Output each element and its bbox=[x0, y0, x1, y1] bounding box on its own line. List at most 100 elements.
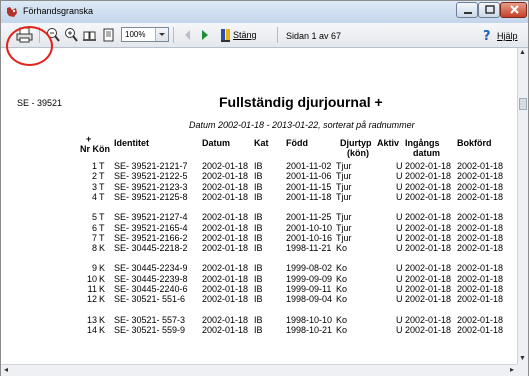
single-page-button[interactable] bbox=[101, 26, 117, 44]
row-kon: T bbox=[99, 181, 105, 192]
row-datum: 2002-01-18 bbox=[202, 284, 249, 294]
row-identitet: SE- 30521- 559-9 bbox=[114, 324, 186, 335]
page-indicator: Sidan 1 av 67 bbox=[286, 31, 342, 41]
multi-page-button[interactable] bbox=[82, 26, 98, 44]
row-kon: T bbox=[99, 171, 105, 182]
row-datum: 2002-01-18 bbox=[202, 161, 249, 171]
zoom-in-button[interactable] bbox=[63, 26, 79, 44]
row-kat: IB bbox=[254, 294, 263, 305]
row-nr: 5 bbox=[91, 212, 97, 223]
row-bokford: 2002-01-18 bbox=[457, 181, 504, 192]
col-header-aktiv: Aktiv bbox=[377, 138, 400, 148]
row-djurtyp: Ko bbox=[336, 284, 348, 294]
row-datum: 2002-01-18 bbox=[202, 324, 249, 335]
row-ingangs: 2002-01-18 bbox=[405, 273, 452, 284]
row-datum: 2002-01-18 bbox=[202, 314, 249, 325]
row-djurtyp: Tjur bbox=[336, 222, 352, 233]
herd-id: SE - 39521 bbox=[17, 98, 63, 108]
vertical-scrollbar[interactable]: ▲ ▼ bbox=[517, 48, 528, 364]
row-aktiv: U bbox=[396, 181, 403, 192]
row-fodd: 1998-10-21 bbox=[286, 324, 333, 335]
single-page-icon bbox=[103, 28, 114, 42]
row-kat: IB bbox=[254, 243, 263, 254]
row-nr: 4 bbox=[91, 191, 97, 202]
row-kat: IB bbox=[254, 171, 263, 182]
help-label: Hjälp bbox=[497, 31, 518, 41]
row-kon: T bbox=[99, 212, 105, 223]
row-identitet: SE- 39521-2122-5 bbox=[114, 171, 188, 182]
row-kat: IB bbox=[254, 191, 263, 202]
row-djurtyp: Tjur bbox=[336, 191, 352, 202]
zoom-select[interactable]: 100% bbox=[121, 27, 169, 42]
row-kon: K bbox=[99, 263, 106, 274]
row-aktiv: U bbox=[396, 161, 403, 171]
row-fodd: 1999-09-11 bbox=[286, 284, 332, 294]
row-fodd: 2001-11-25 bbox=[286, 212, 332, 223]
row-kon: K bbox=[99, 314, 106, 325]
maximize-button[interactable] bbox=[478, 2, 500, 18]
row-kon: T bbox=[99, 191, 105, 202]
row-djurtyp: Tjur bbox=[336, 181, 352, 192]
preview-toolbar: 100% Stäng Sidan 1 av 67 ? Hjälp bbox=[1, 23, 528, 48]
chevron-down-icon[interactable] bbox=[155, 28, 168, 41]
row-aktiv: U bbox=[396, 191, 403, 202]
title-bar[interactable]: Förhandsgranska bbox=[1, 1, 528, 23]
row-fodd: 1999-09-09 bbox=[286, 273, 333, 284]
row-datum: 2002-01-18 bbox=[202, 191, 249, 202]
col-header-ingangs: Ingångs bbox=[405, 138, 440, 148]
report-title: Fullständig djurjournal + bbox=[219, 94, 383, 110]
row-ingangs: 2002-01-18 bbox=[405, 181, 452, 192]
row-fodd: 2001-11-15 bbox=[286, 181, 332, 192]
row-aktiv: U bbox=[396, 314, 403, 325]
row-identitet: SE- 39521-2165-4 bbox=[114, 222, 188, 233]
row-ingangs: 2002-01-18 bbox=[405, 212, 452, 223]
vertical-scroll-thumb[interactable] bbox=[519, 98, 527, 110]
multi-page-icon bbox=[83, 31, 96, 41]
previous-page-button[interactable] bbox=[181, 26, 195, 44]
col-header-nr-kon: Nr Kön bbox=[80, 144, 110, 154]
scroll-left-icon[interactable]: ◂ bbox=[4, 365, 8, 374]
row-identitet: SE- 39521-2125-8 bbox=[114, 191, 188, 202]
row-djurtyp: Ko bbox=[336, 314, 348, 325]
row-bokford: 2002-01-18 bbox=[457, 212, 504, 223]
row-datum: 2002-01-18 bbox=[202, 273, 249, 284]
scroll-down-icon[interactable]: ▼ bbox=[519, 355, 526, 362]
col-header-plus: + bbox=[86, 134, 92, 144]
row-ingangs: 2002-01-18 bbox=[405, 232, 452, 243]
row-kat: IB bbox=[254, 222, 263, 233]
row-identitet: SE- 30445-2218-2 bbox=[114, 243, 188, 254]
row-identitet: SE- 30445-2240-6 bbox=[114, 284, 188, 294]
next-page-button[interactable] bbox=[198, 26, 212, 44]
row-kon: K bbox=[99, 294, 106, 305]
row-identitet: SE- 30445-2234-9 bbox=[114, 263, 188, 274]
horizontal-scrollbar[interactable]: ◂ ▸ bbox=[1, 364, 517, 376]
row-kat: IB bbox=[254, 324, 263, 335]
row-kat: IB bbox=[254, 263, 263, 274]
row-ingangs: 2002-01-18 bbox=[405, 324, 452, 335]
scroll-right-icon[interactable]: ▸ bbox=[510, 365, 514, 374]
zoom-value: 100% bbox=[125, 30, 146, 39]
close-window-button[interactable] bbox=[500, 2, 527, 18]
row-ingangs: 2002-01-18 bbox=[405, 243, 452, 254]
row-identitet: SE- 39521-2127-4 bbox=[114, 212, 188, 223]
row-ingangs: 2002-01-18 bbox=[405, 284, 452, 294]
report-subtitle: Datum 2002-01-18 - 2013-01-22, sorterat … bbox=[189, 120, 415, 130]
row-aktiv: U bbox=[396, 171, 403, 182]
row-bokford: 2002-01-18 bbox=[457, 161, 504, 171]
col-header-djurtyp-sub: (kön) bbox=[347, 148, 369, 158]
row-datum: 2002-01-18 bbox=[202, 171, 249, 182]
row-ingangs: 2002-01-18 bbox=[405, 222, 452, 233]
row-fodd: 1999-08-02 bbox=[286, 263, 333, 274]
row-identitet: SE- 39521-2121-7 bbox=[114, 161, 188, 171]
minimize-button[interactable] bbox=[456, 2, 478, 18]
next-page-icon bbox=[202, 30, 208, 40]
row-bokford: 2002-01-18 bbox=[457, 171, 504, 182]
row-datum: 2002-01-18 bbox=[202, 181, 249, 192]
row-aktiv: U bbox=[396, 324, 403, 335]
row-nr: 8 bbox=[91, 243, 97, 254]
report-page[interactable]: SE - 39521 Fullständig djurjournal + Dat… bbox=[1, 48, 517, 364]
row-ingangs: 2002-01-18 bbox=[405, 161, 452, 171]
col-header-identitet: Identitet bbox=[114, 138, 149, 148]
scroll-up-icon[interactable]: ▲ bbox=[519, 49, 526, 56]
row-aktiv: U bbox=[396, 222, 403, 233]
